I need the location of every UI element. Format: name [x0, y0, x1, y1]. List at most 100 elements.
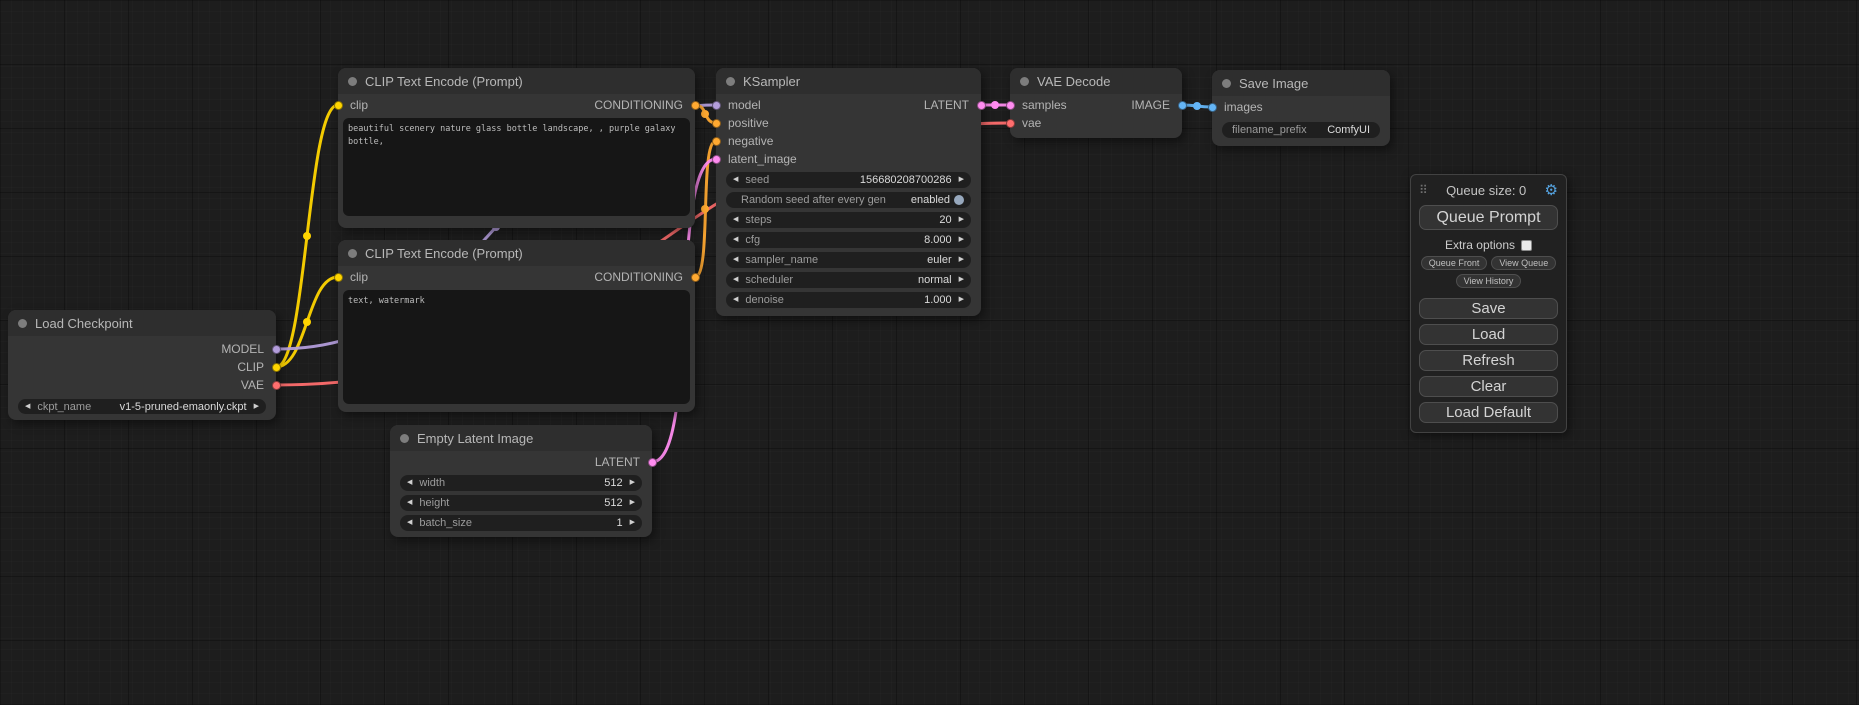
arrow-left-icon[interactable]: ◀: [407, 515, 412, 531]
widget-random-seed-toggle[interactable]: Random seed after every gen enabled: [726, 192, 971, 208]
drag-handle-icon[interactable]: ⠿: [1419, 183, 1428, 197]
node-collapse-dot-icon[interactable]: [726, 77, 735, 86]
queue-small-buttons-row: Queue Front View Queue: [1419, 256, 1558, 270]
settings-gear-icon[interactable]: ⚙: [1545, 183, 1558, 198]
model-input-port[interactable]: [712, 101, 721, 110]
arrow-left-icon[interactable]: ◀: [733, 212, 738, 228]
arrow-right-icon[interactable]: ▶: [630, 495, 635, 511]
arrow-left-icon[interactable]: ◀: [733, 172, 738, 188]
widget-value: 512: [604, 497, 622, 509]
view-queue-button[interactable]: View Queue: [1491, 256, 1556, 270]
extra-options-checkbox[interactable]: [1521, 240, 1532, 251]
widget-denoise[interactable]: ◀ denoise 1.000 ▶: [726, 292, 971, 308]
widget-seed[interactable]: ◀ seed 156680208700286 ▶: [726, 172, 971, 188]
node-ksampler[interactable]: KSampler model LATENT positive negative …: [716, 68, 981, 316]
widget-value: ComfyUI: [1327, 124, 1370, 136]
arrow-right-icon[interactable]: ▶: [959, 252, 964, 268]
arrow-right-icon[interactable]: ▶: [959, 212, 964, 228]
node-collapse-dot-icon[interactable]: [18, 319, 27, 328]
view-history-button[interactable]: View History: [1456, 274, 1522, 288]
node-clip-text-encode-positive[interactable]: CLIP Text Encode (Prompt) clip CONDITION…: [338, 68, 695, 228]
clip-input-port[interactable]: [334, 273, 343, 282]
queue-prompt-button[interactable]: Queue Prompt: [1419, 205, 1558, 230]
widget-scheduler[interactable]: ◀ scheduler normal ▶: [726, 272, 971, 288]
wire-midpoint-dot[interactable]: [701, 205, 709, 213]
widget-batch-size[interactable]: ◀ batch_size 1 ▶: [400, 515, 642, 531]
queue-front-button[interactable]: Queue Front: [1421, 256, 1488, 270]
widget-sampler-name[interactable]: ◀ sampler_name euler ▶: [726, 252, 971, 268]
node-title-bar[interactable]: CLIP Text Encode (Prompt): [338, 68, 695, 94]
refresh-button[interactable]: Refresh: [1419, 350, 1558, 371]
images-input-port[interactable]: [1208, 103, 1217, 112]
arrow-left-icon[interactable]: ◀: [407, 475, 412, 491]
node-collapse-dot-icon[interactable]: [1020, 77, 1029, 86]
output-label: CLIP: [237, 360, 264, 374]
vae-input-port[interactable]: [1006, 119, 1015, 128]
wire-midpoint-dot[interactable]: [303, 318, 311, 326]
arrow-right-icon[interactable]: ▶: [630, 515, 635, 531]
image-output-port[interactable]: [1178, 101, 1187, 110]
output-vae: VAE: [8, 376, 276, 394]
node-save-image[interactable]: Save Image images filename_prefix ComfyU…: [1212, 70, 1390, 146]
node-title-bar[interactable]: Load Checkpoint: [8, 310, 276, 336]
node-clip-text-encode-negative[interactable]: CLIP Text Encode (Prompt) clip CONDITION…: [338, 240, 695, 412]
negative-prompt-textarea[interactable]: text, watermark: [343, 290, 690, 404]
latent-output-port[interactable]: [648, 458, 657, 467]
arrow-left-icon[interactable]: ◀: [407, 495, 412, 511]
arrow-left-icon[interactable]: ◀: [733, 292, 738, 308]
node-collapse-dot-icon[interactable]: [348, 77, 357, 86]
node-vae-decode[interactable]: VAE Decode samples IMAGE vae: [1010, 68, 1182, 138]
arrow-right-icon[interactable]: ▶: [959, 232, 964, 248]
conditioning-output-port[interactable]: [691, 101, 700, 110]
arrow-right-icon[interactable]: ▶: [959, 172, 964, 188]
samples-input-port[interactable]: [1006, 101, 1015, 110]
arrow-left-icon[interactable]: ◀: [25, 399, 30, 414]
clip-input-port[interactable]: [334, 101, 343, 110]
arrow-left-icon[interactable]: ◀: [733, 232, 738, 248]
widget-label: Random seed after every gen: [741, 194, 886, 206]
wire-midpoint-dot[interactable]: [303, 232, 311, 240]
vae-output-port[interactable]: [272, 381, 281, 390]
positive-prompt-textarea[interactable]: beautiful scenery nature glass bottle la…: [343, 118, 690, 216]
arrow-left-icon[interactable]: ◀: [733, 272, 738, 288]
negative-input-port[interactable]: [712, 137, 721, 146]
load-default-button[interactable]: Load Default: [1419, 402, 1558, 423]
widget-filename-prefix[interactable]: filename_prefix ComfyUI: [1222, 122, 1380, 138]
widget-label: seed: [745, 174, 769, 186]
conditioning-output-port[interactable]: [691, 273, 700, 282]
toggle-knob-icon[interactable]: [954, 195, 964, 205]
node-collapse-dot-icon[interactable]: [400, 434, 409, 443]
latent-image-input-port[interactable]: [712, 155, 721, 164]
widget-width[interactable]: ◀ width 512 ▶: [400, 475, 642, 491]
clear-button[interactable]: Clear: [1419, 376, 1558, 397]
wire-midpoint-dot[interactable]: [991, 101, 999, 109]
node-title-bar[interactable]: Save Image: [1212, 70, 1390, 96]
positive-input-port[interactable]: [712, 119, 721, 128]
arrow-right-icon[interactable]: ▶: [254, 399, 259, 414]
arrow-left-icon[interactable]: ◀: [733, 252, 738, 268]
latent-output-port[interactable]: [977, 101, 986, 110]
model-output-port[interactable]: [272, 345, 281, 354]
node-title-bar[interactable]: KSampler: [716, 68, 981, 94]
node-empty-latent-image[interactable]: Empty Latent Image LATENT ◀ width 512 ▶ …: [390, 425, 652, 537]
node-load-checkpoint[interactable]: Load Checkpoint MODEL CLIP VAE ◀ ckpt_na…: [8, 310, 276, 420]
arrow-right-icon[interactable]: ▶: [959, 292, 964, 308]
save-button[interactable]: Save: [1419, 298, 1558, 319]
widget-height[interactable]: ◀ height 512 ▶: [400, 495, 642, 511]
node-title-bar[interactable]: CLIP Text Encode (Prompt): [338, 240, 695, 266]
node-collapse-dot-icon[interactable]: [348, 249, 357, 258]
node-collapse-dot-icon[interactable]: [1222, 79, 1231, 88]
arrow-right-icon[interactable]: ▶: [630, 475, 635, 491]
widget-steps[interactable]: ◀ steps 20 ▶: [726, 212, 971, 228]
load-button[interactable]: Load: [1419, 324, 1558, 345]
clip-output-port[interactable]: [272, 363, 281, 372]
widget-ckpt-name[interactable]: ◀ ckpt_name v1-5-pruned-emaonly.ckpt ▶: [18, 399, 266, 414]
node-title-bar[interactable]: VAE Decode: [1010, 68, 1182, 94]
output-label: CONDITIONING: [594, 270, 683, 284]
wire-midpoint-dot[interactable]: [1193, 102, 1201, 110]
node-canvas[interactable]: Load Checkpoint MODEL CLIP VAE ◀ ckpt_na…: [0, 0, 1859, 705]
arrow-right-icon[interactable]: ▶: [959, 272, 964, 288]
wire-midpoint-dot[interactable]: [701, 110, 709, 118]
node-title-bar[interactable]: Empty Latent Image: [390, 425, 652, 451]
widget-cfg[interactable]: ◀ cfg 8.000 ▶: [726, 232, 971, 248]
